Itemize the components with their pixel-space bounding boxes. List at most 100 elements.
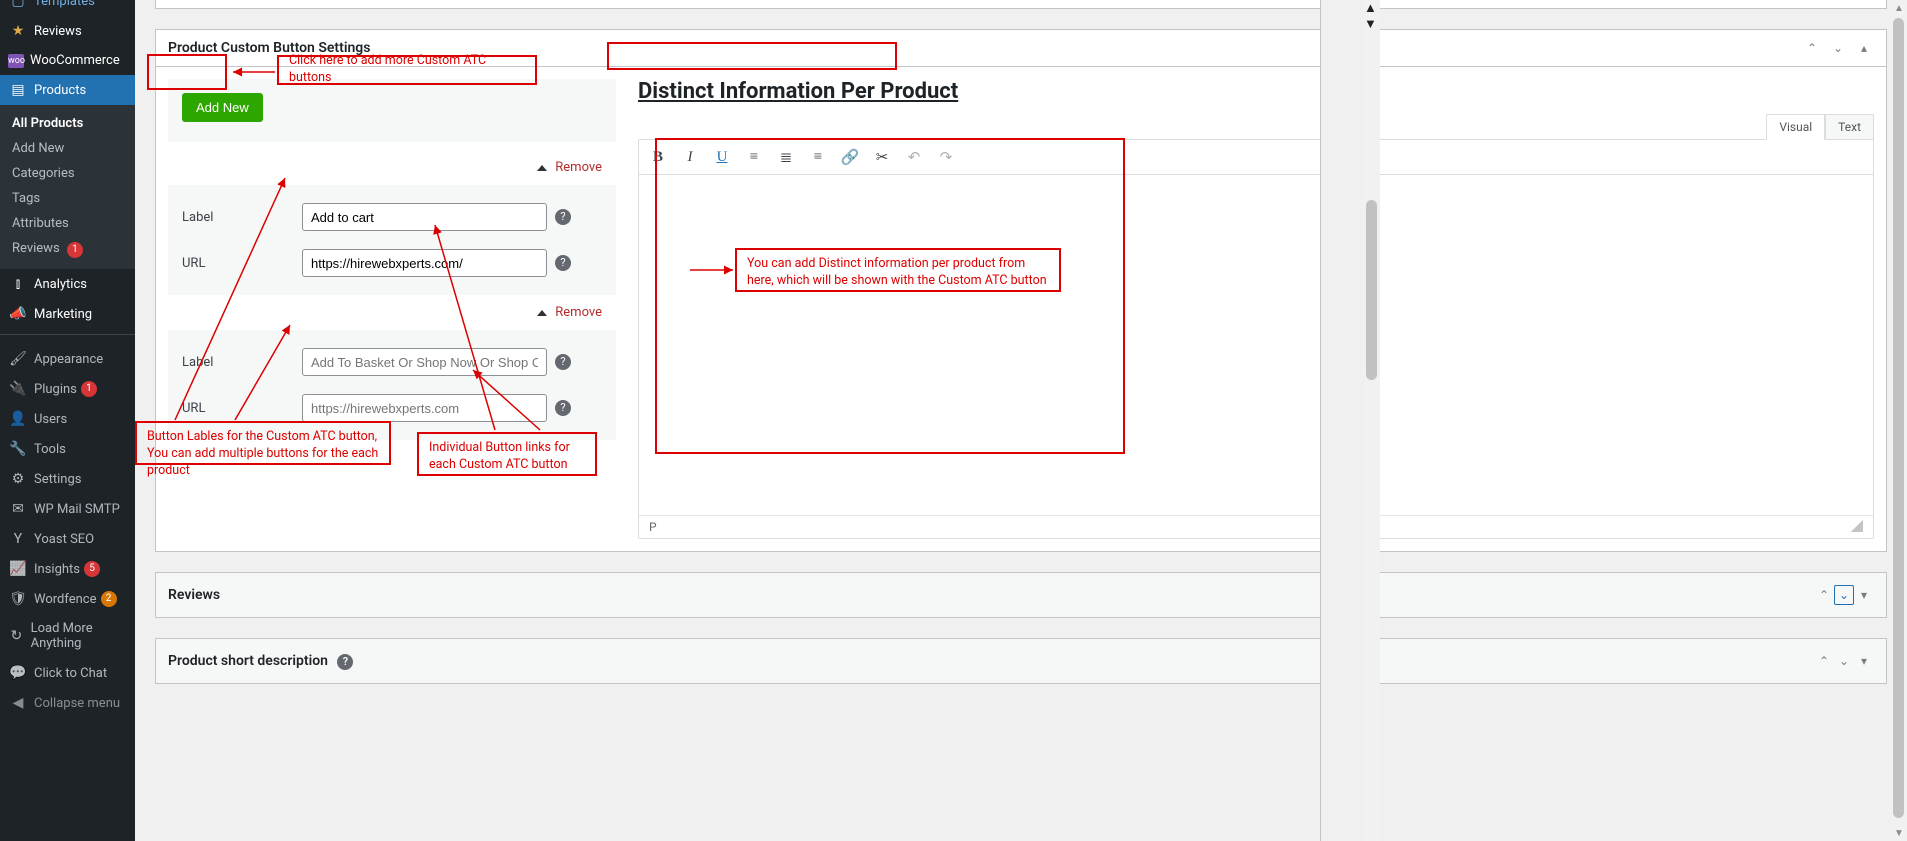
- help-icon[interactable]: ?: [555, 354, 571, 370]
- scroll-thumb[interactable]: [1366, 200, 1377, 380]
- plugins-icon: 🔌: [8, 381, 28, 397]
- sidebar-item-woocommerce[interactable]: woo WooCommerce: [0, 46, 135, 75]
- scroll-thumb[interactable]: [1893, 18, 1904, 818]
- tab-text[interactable]: Text: [1825, 114, 1874, 140]
- submenu-label: Categories: [12, 166, 75, 181]
- align-right-icon[interactable]: ≡: [807, 146, 829, 168]
- badge-count: 5: [84, 561, 100, 577]
- sidebar-item-analytics[interactable]: ⫾ Analytics: [0, 269, 135, 299]
- button-fields-2: Label ? URL ?: [168, 330, 616, 440]
- redo-icon[interactable]: ↷: [935, 146, 957, 168]
- short-desc-title-text: Product short description: [168, 653, 328, 669]
- submenu-categories[interactable]: Categories: [0, 161, 135, 186]
- add-new-button[interactable]: Add New: [182, 93, 263, 122]
- collapse-up-icon[interactable]: [537, 310, 547, 316]
- expand-icon[interactable]: ▾: [1854, 651, 1874, 671]
- remove-link[interactable]: Remove: [555, 305, 602, 320]
- reviews-panel: Reviews ⌃ ⌄ ▾: [155, 572, 1887, 618]
- scroll-up-icon[interactable]: ▲: [1364, 0, 1380, 16]
- submenu-add-new[interactable]: Add New: [0, 136, 135, 161]
- sidebar-item-clicktochat[interactable]: 💬 Click to Chat: [0, 658, 135, 688]
- window-scrollbar[interactable]: ▲ ▼: [1891, 0, 1907, 841]
- users-icon: 👤: [8, 411, 28, 427]
- templates-icon: ▢: [8, 0, 28, 9]
- link-icon[interactable]: 🔗: [839, 146, 861, 168]
- wordfence-icon: 🛡: [8, 591, 28, 607]
- loadmore-icon: ↻: [8, 628, 25, 644]
- move-up-icon[interactable]: ⌃: [1814, 585, 1834, 605]
- star-icon: ★: [8, 23, 28, 39]
- top-panel-collapsed: [155, 0, 1887, 9]
- url-input-1[interactable]: [302, 249, 547, 277]
- submenu-all-products[interactable]: All Products: [0, 111, 135, 136]
- move-down-icon[interactable]: ⌄: [1828, 38, 1848, 58]
- sidebar-item-settings[interactable]: ⚙ Settings: [0, 464, 135, 494]
- insights-icon: 📈: [8, 561, 28, 577]
- editor-statusbar: P: [639, 515, 1873, 538]
- products-icon: ▤: [8, 82, 28, 98]
- help-icon[interactable]: ?: [555, 209, 571, 225]
- sidebar-item-reviews[interactable]: ★ Reviews: [0, 16, 135, 46]
- sidebar-collapse[interactable]: ◀ Collapse menu: [0, 688, 135, 718]
- short-desc-title: Product short description ?: [168, 653, 1814, 670]
- scroll-down-icon[interactable]: ▼: [1891, 825, 1907, 841]
- reviews-title: Reviews: [168, 587, 1814, 603]
- bold-icon[interactable]: B: [647, 146, 669, 168]
- product-custom-button-panel: Product Custom Button Settings ⌃ ⌄ ▴ Add…: [155, 29, 1887, 552]
- underline-icon[interactable]: U: [711, 146, 733, 168]
- collapse-icon: ◀: [8, 695, 28, 711]
- move-up-icon[interactable]: ⌃: [1814, 651, 1834, 671]
- sidebar-item-appearance[interactable]: 🖌 Appearance: [0, 344, 135, 374]
- sidebar-item-label: Load More Anything: [31, 621, 127, 651]
- sidebar-item-insights[interactable]: 📈 Insights 5: [0, 554, 135, 584]
- scroll-down-icon[interactable]: ▼: [1364, 16, 1380, 32]
- resize-handle-icon[interactable]: [1851, 520, 1863, 532]
- sidebar-item-plugins[interactable]: 🔌 Plugins 1: [0, 374, 135, 404]
- align-center-icon[interactable]: ≣: [775, 146, 797, 168]
- sidebar-item-wpmailsmtp[interactable]: ✉ WP Mail SMTP: [0, 494, 135, 524]
- chat-icon: 💬: [8, 665, 28, 681]
- collapse-up-icon[interactable]: [537, 165, 547, 171]
- button-fields-1: Label ? URL ?: [168, 185, 616, 295]
- inner-scrollbar[interactable]: ▲ ▼: [1364, 0, 1380, 841]
- move-up-icon[interactable]: ⌃: [1802, 38, 1822, 58]
- badge-count: 1: [81, 381, 97, 397]
- panel-title: Product Custom Button Settings: [168, 40, 1802, 56]
- url-input-2[interactable]: [302, 394, 547, 422]
- editor-toolbar: B I U ≡ ≣ ≡ 🔗 ✂ ↶ ↷: [639, 140, 1873, 175]
- editor-content-area[interactable]: [639, 175, 1873, 515]
- editor-path: P: [649, 520, 657, 534]
- undo-icon[interactable]: ↶: [903, 146, 925, 168]
- sidebar-item-loadmore[interactable]: ↻ Load More Anything: [0, 614, 135, 658]
- sidebar-item-wordfence[interactable]: 🛡 Wordfence 2: [0, 584, 135, 614]
- appearance-icon: 🖌: [8, 351, 28, 367]
- sidebar-item-users[interactable]: 👤 Users: [0, 404, 135, 434]
- help-icon[interactable]: ?: [555, 400, 571, 416]
- italic-icon[interactable]: I: [679, 146, 701, 168]
- remove-link[interactable]: Remove: [555, 160, 602, 175]
- sidebar-item-label: Reviews: [34, 24, 82, 39]
- submenu-reviews[interactable]: Reviews 1: [0, 236, 135, 263]
- move-down-icon[interactable]: ⌄: [1834, 585, 1854, 605]
- move-down-icon[interactable]: ⌄: [1834, 651, 1854, 671]
- unlink-icon[interactable]: ✂: [871, 146, 893, 168]
- label-input-2[interactable]: [302, 348, 547, 376]
- scroll-up-icon[interactable]: ▲: [1891, 0, 1907, 16]
- right-pane: ▲ ▼: [1320, 0, 1380, 841]
- sidebar-item-tools[interactable]: 🔧 Tools: [0, 434, 135, 464]
- tab-visual[interactable]: Visual: [1766, 114, 1825, 140]
- sidebar-item-products[interactable]: ▤ Products: [0, 75, 135, 105]
- marketing-icon: 📣: [8, 306, 28, 322]
- collapse-icon[interactable]: ▴: [1854, 38, 1874, 58]
- sidebar-item-yoast[interactable]: Y Yoast SEO: [0, 524, 135, 554]
- help-icon[interactable]: ?: [337, 654, 353, 670]
- sidebar-item-marketing[interactable]: 📣 Marketing: [0, 299, 135, 329]
- sidebar-item-templates[interactable]: ▢ Templates: [0, 0, 135, 16]
- panel-header: Product Custom Button Settings ⌃ ⌄ ▴: [156, 30, 1886, 67]
- expand-icon[interactable]: ▾: [1854, 585, 1874, 605]
- label-input-1[interactable]: [302, 203, 547, 231]
- align-left-icon[interactable]: ≡: [743, 146, 765, 168]
- submenu-attributes[interactable]: Attributes: [0, 211, 135, 236]
- help-icon[interactable]: ?: [555, 255, 571, 271]
- submenu-tags[interactable]: Tags: [0, 186, 135, 211]
